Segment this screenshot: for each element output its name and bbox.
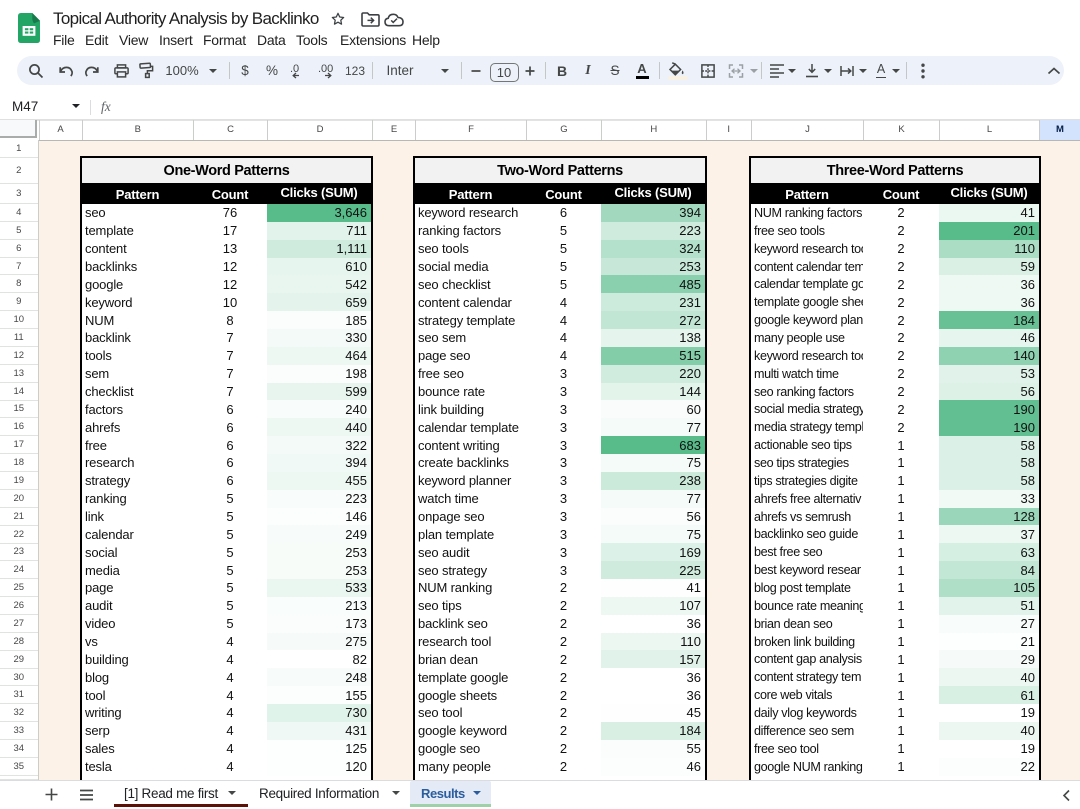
svg-text:.00: .00 — [318, 63, 333, 75]
svg-text:.0: .0 — [290, 63, 299, 75]
